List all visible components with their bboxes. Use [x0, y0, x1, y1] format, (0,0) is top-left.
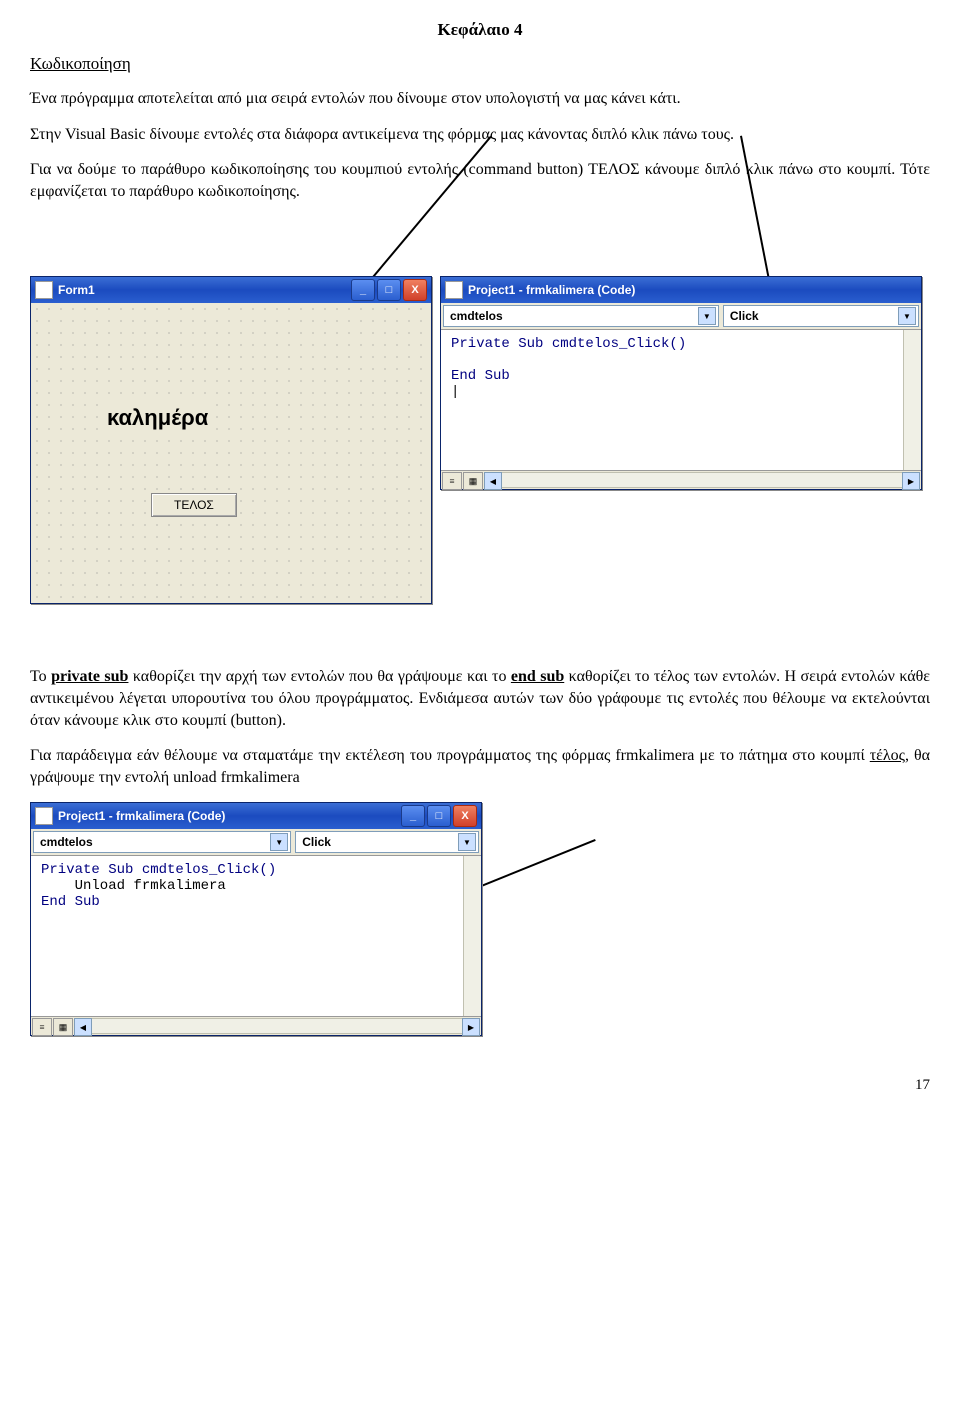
screenshot-2: Project1 - frmkalimera (Code) _ □ X cmdt…	[30, 802, 930, 1062]
minimize-button[interactable]: _	[401, 805, 425, 827]
maximize-button[interactable]: □	[377, 279, 401, 301]
paragraph-1: Ένα πρόγραμμα αποτελείται από μια σειρά …	[30, 88, 930, 110]
scroll-left-icon[interactable]: ◀	[74, 1018, 92, 1036]
telos-button[interactable]: ΤΕΛΟΣ	[151, 493, 237, 517]
paragraph-5: Για παράδειγμα εάν θέλουμε να σταματάμε …	[30, 745, 930, 788]
codewin2-body[interactable]: Private Sub cmdtelos_Click() Unload frmk…	[31, 856, 481, 1016]
form1-title: Form1	[58, 283, 351, 297]
form-icon	[35, 281, 53, 299]
horizontal-scrollbar[interactable]: ◀ ▶	[74, 1018, 480, 1034]
code-window-2: Project1 - frmkalimera (Code) _ □ X cmdt…	[30, 802, 482, 1036]
object-combo[interactable]: cmdtelos ▼	[33, 831, 291, 853]
code-text: Private Sub cmdtelos_Click() Unload frmk…	[31, 856, 481, 916]
form1-titlebar: Form1 _ □ X	[31, 277, 431, 303]
vertical-scrollbar[interactable]	[903, 330, 921, 470]
close-button[interactable]: X	[403, 279, 427, 301]
codewin1-titlebar: Project1 - frmkalimera (Code)	[441, 277, 921, 303]
screenshot-1: Form1 _ □ X καλημέρα ΤΕΛΟΣ Project1 - fr…	[30, 216, 930, 646]
object-combo[interactable]: cmdtelos ▼	[443, 305, 719, 327]
code-text: Private Sub cmdtelos_Click() End Sub |	[441, 330, 921, 406]
maximize-button[interactable]: □	[427, 805, 451, 827]
procedure-combo[interactable]: Click ▼	[723, 305, 919, 327]
scroll-right-icon[interactable]: ▶	[902, 472, 920, 490]
view-proc-icon[interactable]: ≡	[442, 472, 462, 490]
form1-body: καλημέρα ΤΕΛΟΣ	[31, 303, 431, 603]
page-number: 17	[915, 1077, 930, 1094]
procedure-combo-value: Click	[302, 835, 331, 849]
paragraph-3: Για να δούμε το παράθυρο κωδικοποίησης τ…	[30, 159, 930, 202]
code-icon	[445, 281, 463, 299]
form1-window: Form1 _ □ X καλημέρα ΤΕΛΟΣ	[30, 276, 432, 604]
chevron-down-icon: ▼	[458, 833, 476, 851]
horizontal-scrollbar[interactable]: ◀ ▶	[484, 472, 920, 488]
view-proc-icon[interactable]: ≡	[32, 1018, 52, 1036]
minimize-button[interactable]: _	[351, 279, 375, 301]
code-icon	[35, 807, 53, 825]
procedure-combo[interactable]: Click ▼	[295, 831, 479, 853]
procedure-combo-value: Click	[730, 309, 759, 323]
paragraph-2: Στην Visual Basic δίνουμε εντολές στα δι…	[30, 124, 930, 146]
codewin1-body[interactable]: Private Sub cmdtelos_Click() End Sub |	[441, 330, 921, 470]
object-combo-value: cmdtelos	[450, 309, 503, 323]
codewin2-combo-row: cmdtelos ▼ Click ▼	[31, 829, 481, 856]
codewin2-titlebar: Project1 - frmkalimera (Code) _ □ X	[31, 803, 481, 829]
chevron-down-icon: ▼	[270, 833, 288, 851]
chevron-down-icon: ▼	[898, 307, 916, 325]
chapter-title: Κεφάλαιο 4	[30, 20, 930, 40]
chevron-down-icon: ▼	[698, 307, 716, 325]
form-label-kalimera: καλημέρα	[101, 403, 214, 433]
vertical-scrollbar[interactable]	[463, 856, 481, 1016]
view-full-icon[interactable]: ▦	[463, 472, 483, 490]
codewin2-bottom: ≡ ▦ ◀ ▶	[31, 1016, 481, 1035]
view-full-icon[interactable]: ▦	[53, 1018, 73, 1036]
scroll-left-icon[interactable]: ◀	[484, 472, 502, 490]
codewin1-combo-row: cmdtelos ▼ Click ▼	[441, 303, 921, 330]
code-window-1: Project1 - frmkalimera (Code) cmdtelos ▼…	[440, 276, 922, 490]
object-combo-value: cmdtelos	[40, 835, 93, 849]
codewin2-title: Project1 - frmkalimera (Code)	[58, 809, 401, 823]
section-title: Κωδικοποίηση	[30, 54, 930, 74]
paragraph-4: Το private sub καθορίζει την αρχή των εν…	[30, 666, 930, 731]
codewin1-bottom: ≡ ▦ ◀ ▶	[441, 470, 921, 489]
codewin1-title: Project1 - frmkalimera (Code)	[468, 283, 917, 297]
close-button[interactable]: X	[453, 805, 477, 827]
scroll-right-icon[interactable]: ▶	[462, 1018, 480, 1036]
